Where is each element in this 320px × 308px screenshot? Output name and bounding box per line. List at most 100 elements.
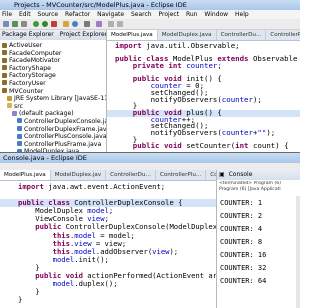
editor-tab[interactable]: ControllerDu... xyxy=(106,170,156,180)
code-token: model xyxy=(52,254,75,264)
console-output-line: COUNTER: 4 xyxy=(220,225,263,233)
bottom-editor-code[interactable]: import java.awt.event.ActionEvent; public… xyxy=(0,182,216,305)
menu-project[interactable]: Project xyxy=(159,10,180,19)
code-token: } xyxy=(18,295,23,305)
top-editor-tabs: ModelPlus.java ModelDuplex.java Controller… xyxy=(107,30,300,41)
tree-item-label: ControllerDuplexConsole.java xyxy=(24,117,107,125)
tree-item-label: (default package) xyxy=(19,110,74,118)
tree-item[interactable]: ControllerDuplexFrame.java xyxy=(0,126,106,134)
editor-tab[interactable]: ControllerDu... xyxy=(217,30,267,40)
menu-bar: File Edit Source Refactor Navigate Searc… xyxy=(0,10,300,19)
console-tab-label: Console xyxy=(228,171,253,178)
tree-item[interactable]: FactoryShape xyxy=(0,65,106,73)
menu-edit[interactable]: Edit xyxy=(19,10,31,19)
tree-item-label: FactoryStorage xyxy=(9,72,56,80)
tree-item[interactable]: (default package) xyxy=(0,110,106,118)
tree-item-label: ControllerPlusFrame.java xyxy=(24,140,102,148)
menu-help[interactable]: Help xyxy=(235,10,249,19)
source-folder-icon xyxy=(7,103,12,109)
console-output-line: COUNTER: 8 xyxy=(220,238,263,246)
print-icon[interactable] xyxy=(21,21,27,27)
code-line[interactable]: } xyxy=(0,288,216,296)
editor-tab[interactable]: ModelPlus.java xyxy=(0,170,51,180)
editor-tab[interactable]: ControllerPlu... xyxy=(266,30,300,40)
console-icon: ▣ xyxy=(219,171,225,178)
menu-run[interactable]: Run xyxy=(186,10,198,19)
code-token: counter xyxy=(186,61,218,71)
code-line[interactable]: import java.util.Observable; xyxy=(107,41,300,50)
tree-item[interactable]: FactoryUser xyxy=(0,80,106,88)
debug-icon[interactable] xyxy=(33,21,39,27)
project-icon xyxy=(2,72,7,78)
tree-item[interactable]: FacadeMotivator xyxy=(0,57,106,65)
menu-refactor[interactable]: Refactor xyxy=(65,10,90,19)
code-line[interactable]: private int counter; xyxy=(107,61,300,71)
console-output[interactable]: COUNTER: 1 COUNTER: 2 COUNTER: 4 COUNTER: 8… xyxy=(220,197,266,288)
editor-tab[interactable]: ModelDuplex.java xyxy=(158,30,217,40)
code-line[interactable]: import java.awt.event.ActionEvent; xyxy=(0,182,216,191)
code-token: model xyxy=(52,279,75,289)
bottom-eclipse-window: Console.java - Eclipse IDE ModelPlus.jav… xyxy=(0,153,300,308)
tree-item-label: FactoryUser xyxy=(9,79,46,87)
bottom-code-editor[interactable]: ModelPlus.java ModelDuplex.jav ControllerD… xyxy=(0,170,217,308)
new-class-icon[interactable] xyxy=(72,21,78,27)
menu-search[interactable]: Search xyxy=(131,10,152,19)
project-icon xyxy=(2,50,7,56)
code-token: import xyxy=(18,182,49,191)
java-file-icon xyxy=(17,133,22,139)
console-tab[interactable]: ▣ Console xyxy=(217,170,300,180)
forward-icon[interactable] xyxy=(117,21,123,27)
console-view: ▣ Console <terminated> Program (6) Progr… xyxy=(217,170,300,308)
project-icon xyxy=(2,65,7,71)
open-type-icon[interactable] xyxy=(96,21,102,27)
project-icon xyxy=(2,88,7,94)
java-file-icon xyxy=(17,126,22,132)
code-token: public void xyxy=(115,141,187,151)
code-token: .duplex(); xyxy=(74,279,118,289)
editor-tab[interactable]: ControllerDu... xyxy=(206,170,216,180)
tree-item[interactable]: ControllerPlusFrame.java xyxy=(0,141,106,149)
tree-item[interactable]: MVCounter xyxy=(0,88,106,96)
menu-source[interactable]: Source xyxy=(38,10,59,19)
tree-item[interactable]: FacadeComputer xyxy=(0,50,106,58)
code-token: int xyxy=(235,141,253,151)
code-line[interactable]: } xyxy=(0,295,216,305)
menu-navigate[interactable]: Navigate xyxy=(97,10,124,19)
menu-file[interactable]: File xyxy=(2,10,12,19)
tree-item[interactable]: ControllerDuplexConsole.java xyxy=(0,118,106,126)
new-package-icon[interactable] xyxy=(63,21,69,27)
main-toolbar xyxy=(0,19,300,30)
tree-item[interactable]: ActiveUser xyxy=(0,42,106,50)
tree-item[interactable]: FactoryStorage xyxy=(0,72,106,80)
explorer-tab-bar: Package Explorer Project Explorer xyxy=(0,30,106,40)
console-output-line: COUNTER: 16 xyxy=(220,251,267,259)
tree-item[interactable]: src xyxy=(0,103,106,111)
top-editor-code[interactable]: import java.util.Observable; public class… xyxy=(107,41,300,151)
editor-tab[interactable]: ControllerPlu... xyxy=(156,170,207,180)
tree-item[interactable]: ControllerPlusConsole.java xyxy=(0,133,106,141)
java-file-icon xyxy=(17,141,22,147)
console-scrollbar[interactable] xyxy=(296,196,300,308)
code-token: ); xyxy=(266,127,276,137)
editor-tab[interactable]: ModelPlus.java xyxy=(107,30,158,40)
tree-item-label: FactoryShape xyxy=(9,64,51,72)
tree-item-label: ActiveUser xyxy=(9,42,43,49)
search-icon[interactable] xyxy=(84,21,90,27)
back-icon[interactable] xyxy=(108,21,114,27)
tree-item-label: src xyxy=(14,102,24,110)
code-token: view xyxy=(152,246,170,256)
tree-item[interactable]: JRE System Library [JavaSE-11] xyxy=(0,95,106,103)
tab-project-explorer[interactable]: Project Explorer xyxy=(58,30,106,40)
tab-package-explorer[interactable]: Package Explorer xyxy=(0,30,58,40)
top-code-editor[interactable]: ModelPlus.java ModelDuplex.java Controller… xyxy=(107,30,300,152)
save-icon[interactable] xyxy=(12,21,18,27)
new-icon[interactable] xyxy=(3,21,9,27)
menu-window[interactable]: Window xyxy=(204,10,228,19)
external-tools-icon[interactable] xyxy=(51,21,57,27)
editor-tab[interactable]: ModelDuplex.jav xyxy=(51,170,107,180)
code-line[interactable]: public void setCounter(int count) { xyxy=(107,141,300,151)
code-token: extends xyxy=(217,54,253,64)
run-icon[interactable] xyxy=(42,21,48,27)
code-token: import xyxy=(115,41,147,50)
tree-item-label: ControllerPlusConsole.java xyxy=(24,133,107,141)
